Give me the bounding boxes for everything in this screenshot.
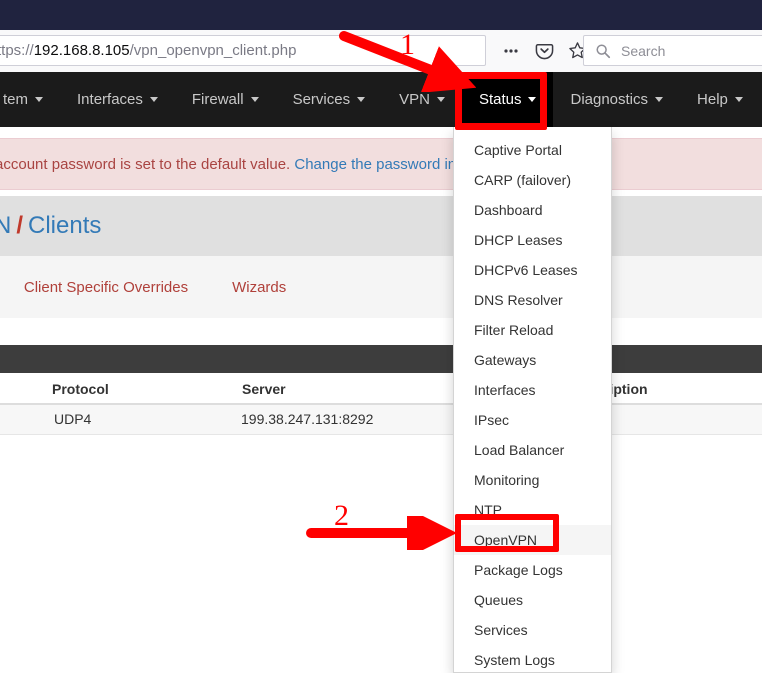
- page-header: PN/Clients: [0, 196, 762, 256]
- column-header-protocol: Protocol: [52, 381, 109, 397]
- status-dropdown-items: Captive PortalCARP (failover)DashboardDH…: [454, 127, 611, 673]
- nav-item-label: VPN: [399, 91, 430, 108]
- menu-item-package-logs[interactable]: Package Logs: [454, 555, 611, 585]
- search-placeholder: Search: [621, 43, 665, 59]
- panel-heading-bar: [0, 345, 762, 373]
- breadcrumb-separator: /: [16, 212, 23, 239]
- nav-item-label: Firewall: [192, 91, 244, 108]
- menu-item-load-balancer[interactable]: Load Balancer: [454, 435, 611, 465]
- nav-item-tem[interactable]: tem: [0, 72, 60, 127]
- menu-item-gateways[interactable]: Gateways: [454, 345, 611, 375]
- search-icon: [593, 41, 613, 61]
- nav-item-label: Services: [293, 91, 351, 108]
- nav-item-firewall[interactable]: Firewall: [175, 72, 276, 127]
- chevron-down-icon: [437, 97, 445, 102]
- nav-item-label: tem: [3, 91, 28, 108]
- openvpn-clients-table: Protocol Server ription UDP4 199.38.247.…: [0, 373, 762, 435]
- page-tabs: ClientsClient Specific OverridesWizards: [0, 256, 762, 318]
- menu-item-monitoring[interactable]: Monitoring: [454, 465, 611, 495]
- table-header-row: Protocol Server ription: [0, 373, 762, 405]
- nav-item-interfaces[interactable]: Interfaces: [60, 72, 175, 127]
- alert-message: ' account password is set to the default…: [0, 156, 473, 173]
- main-navbar: temInterfacesFirewallServicesVPNStatusDi…: [0, 72, 762, 127]
- page-actions-icon[interactable]: [501, 41, 521, 61]
- menu-item-dashboard[interactable]: Dashboard: [454, 195, 611, 225]
- cell-server: 199.38.247.131:8292: [241, 411, 373, 427]
- menu-item-queues[interactable]: Queues: [454, 585, 611, 615]
- nav-item-label: Help: [697, 91, 728, 108]
- nav-item-vpn[interactable]: VPN: [382, 72, 462, 127]
- change-password-link[interactable]: Change the password in th: [294, 156, 472, 173]
- menu-item-captive-portal[interactable]: Captive Portal: [454, 135, 611, 165]
- toolbar-icon-group: [493, 35, 595, 66]
- nav-item-label: Interfaces: [77, 91, 143, 108]
- highlight-box-status: [455, 72, 547, 130]
- chevron-down-icon: [251, 97, 259, 102]
- screenshot-root: ttps://192.168.8.105/vpn_openvpn_client.…: [0, 0, 762, 673]
- breadcrumb-parent[interactable]: PN: [0, 212, 11, 239]
- menu-item-interfaces[interactable]: Interfaces: [454, 375, 611, 405]
- status-dropdown-menu: Captive PortalCARP (failover)DashboardDH…: [453, 127, 612, 673]
- pocket-icon[interactable]: [534, 41, 554, 61]
- menu-item-services[interactable]: Services: [454, 615, 611, 645]
- url-host: 192.168.8.105: [34, 42, 130, 59]
- menu-item-dns-resolver[interactable]: DNS Resolver: [454, 285, 611, 315]
- menu-item-dhcp-leases[interactable]: DHCP Leases: [454, 225, 611, 255]
- menu-item-filter-reload[interactable]: Filter Reload: [454, 315, 611, 345]
- breadcrumb: PN/Clients: [0, 212, 101, 240]
- menu-item-system-logs[interactable]: System Logs: [454, 645, 611, 673]
- menu-item-dhcpv6-leases[interactable]: DHCPv6 Leases: [454, 255, 611, 285]
- address-bar-text: ttps://192.168.8.105/vpn_openvpn_client.…: [0, 42, 296, 59]
- nav-item-diagnostics[interactable]: Diagnostics: [553, 72, 680, 127]
- nav-item-help[interactable]: Help: [680, 72, 760, 127]
- password-warning-alert: ' account password is set to the default…: [0, 138, 762, 190]
- nav-item-services[interactable]: Services: [276, 72, 383, 127]
- page-tabs-list: ClientsClient Specific OverridesWizards: [0, 256, 308, 318]
- highlight-box-openvpn: [455, 514, 559, 552]
- annotation-number-1: 1: [400, 28, 415, 62]
- cell-protocol: UDP4: [54, 411, 91, 427]
- chevron-down-icon: [735, 97, 743, 102]
- chevron-down-icon: [655, 97, 663, 102]
- breadcrumb-current: Clients: [28, 212, 101, 239]
- browser-search-box[interactable]: Search: [583, 35, 762, 66]
- chevron-down-icon: [35, 97, 43, 102]
- browser-tab-strip: [0, 0, 762, 30]
- chevron-down-icon: [357, 97, 365, 102]
- column-header-server: Server: [242, 381, 286, 397]
- annotation-number-2: 2: [334, 499, 349, 533]
- url-path: /vpn_openvpn_client.php: [130, 42, 297, 59]
- menu-item-ipsec[interactable]: IPsec: [454, 405, 611, 435]
- tab-label: Wizards: [232, 279, 286, 296]
- navbar-items: temInterfacesFirewallServicesVPNStatusDi…: [0, 72, 760, 127]
- page-body: [0, 435, 762, 673]
- url-scheme: ttps://: [0, 42, 34, 59]
- chevron-down-icon: [150, 97, 158, 102]
- tab-wizards[interactable]: Wizards: [210, 256, 308, 318]
- menu-item-carp-failover-[interactable]: CARP (failover): [454, 165, 611, 195]
- nav-item-label: Diagnostics: [570, 91, 648, 108]
- table-row[interactable]: UDP4 199.38.247.131:8292: [0, 405, 762, 435]
- alert-message-text: ' account password is set to the default…: [0, 156, 294, 173]
- tab-client-specific-overrides[interactable]: Client Specific Overrides: [2, 256, 210, 318]
- tab-label: Client Specific Overrides: [24, 279, 188, 296]
